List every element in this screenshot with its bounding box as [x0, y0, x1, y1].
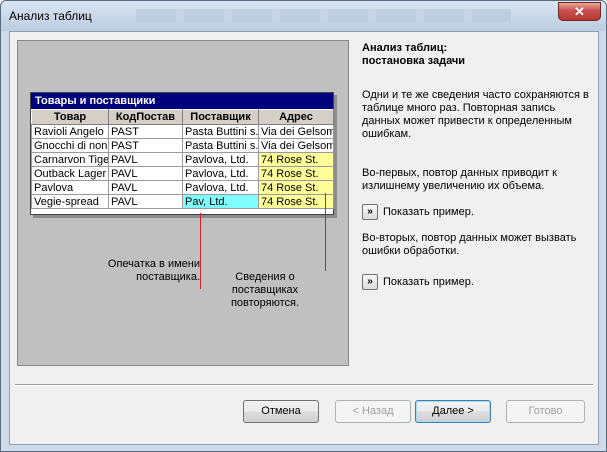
info-paragraph-3: Во-вторых, повтор данных может вызвать о…: [362, 232, 577, 257]
table-row: Gnocchi di nonna PAST Pasta Buttini s.r.…: [31, 138, 334, 153]
cell-supplier: Pasta Buttini s.r.l.: [182, 124, 259, 139]
cell-product: Carnarvon Tigers: [31, 152, 109, 167]
cell-product: Outback Lager: [31, 166, 109, 181]
typo-pointer-line: [200, 213, 201, 289]
column-header-product: Товар: [31, 109, 109, 125]
cell-supplier: Pavlova, Ltd.: [182, 166, 259, 181]
cell-address-repeated: 74 Rose St.: [258, 152, 334, 167]
cell-address-repeated: 74 Rose St.: [258, 194, 334, 209]
repeat-pointer-line: [325, 193, 326, 271]
cell-supplier: Pavlova, Ltd.: [182, 152, 259, 167]
cell-address: Via dei Gelsomini: [258, 138, 334, 153]
table-analyzer-window: Анализ таблиц ✕ Товары и поставщики Това…: [0, 0, 607, 452]
show-example-1-label: Показать пример.: [383, 206, 474, 218]
repeat-note: Сведения о поставщиках повторяются.: [230, 271, 300, 309]
table-row: Outback Lager PAVL Pavlova, Ltd. 74 Rose…: [31, 166, 334, 181]
table-row: Ravioli Angelo PAST Pasta Buttini s.r.l.…: [31, 124, 334, 139]
cell-supplier-code: PAST: [108, 124, 183, 139]
cell-product: Gnocchi di nonna: [31, 138, 109, 153]
info-paragraph-2: Во-первых, повтор данных приводит к изли…: [362, 167, 557, 192]
cell-supplier-code: PAVL: [108, 180, 183, 195]
show-example-1-button[interactable]: »: [362, 204, 378, 220]
example-table: Товары и поставщики Товар КодПостав Пост…: [30, 92, 334, 215]
table-row: Carnarvon Tigers PAVL Pavlova, Ltd. 74 R…: [31, 152, 334, 167]
background-blur: [136, 9, 511, 22]
finish-button[interactable]: Готово: [506, 400, 585, 423]
info-heading: Анализ таблиц: постановка задачи: [362, 42, 466, 67]
cell-supplier-code: PAVL: [108, 194, 183, 209]
show-example-2-button[interactable]: »: [362, 274, 378, 290]
column-header-supplier-code: КодПостав: [108, 109, 183, 125]
cell-supplier-code: PAVL: [108, 166, 183, 181]
info-paragraph-1: Одни и те же сведения часто сохраняются …: [362, 89, 589, 140]
title-bar[interactable]: Анализ таблиц ✕: [1, 1, 606, 31]
typo-note: Опечатка в имени поставщика.: [107, 258, 200, 283]
next-button[interactable]: Далее >: [415, 400, 491, 423]
example-preview: Товары и поставщики Товар КодПостав Пост…: [17, 40, 349, 366]
column-header-address: Адрес: [258, 109, 334, 125]
cell-supplier-typo: Pav, Ltd.: [182, 194, 259, 209]
button-separator: [15, 384, 593, 386]
back-button[interactable]: < Назад: [335, 400, 411, 423]
close-button[interactable]: ✕: [558, 2, 601, 21]
table-row: Pavlova PAVL Pavlova, Ltd. 74 Rose St.: [31, 180, 334, 195]
cancel-button[interactable]: Отмена: [243, 400, 319, 423]
window-title: Анализ таблиц: [9, 9, 92, 23]
cell-product: Vegie-spread: [31, 194, 109, 209]
show-example-2-label: Показать пример.: [383, 276, 474, 288]
cell-product: Ravioli Angelo: [31, 124, 109, 139]
cell-supplier-code: PAST: [108, 138, 183, 153]
cell-address-repeated: 74 Rose St.: [258, 180, 334, 195]
cell-supplier: Pasta Buttini s.r.l.: [182, 138, 259, 153]
example-table-title: Товары и поставщики: [31, 93, 333, 109]
cell-product: Pavlova: [31, 180, 109, 195]
table-row: Vegie-spread PAVL Pav, Ltd. 74 Rose St.: [31, 194, 334, 209]
cell-supplier: Pavlova, Ltd.: [182, 180, 259, 195]
cell-supplier-code: PAVL: [108, 152, 183, 167]
cell-address-repeated: 74 Rose St.: [258, 166, 334, 181]
cell-address: Via dei Gelsomini: [258, 124, 334, 139]
example-grid: Товар КодПостав Поставщик Адрес Ravioli …: [31, 109, 334, 209]
dialog-body: Товары и поставщики Товар КодПостав Пост…: [9, 31, 599, 445]
column-header-supplier: Поставщик: [182, 109, 259, 125]
